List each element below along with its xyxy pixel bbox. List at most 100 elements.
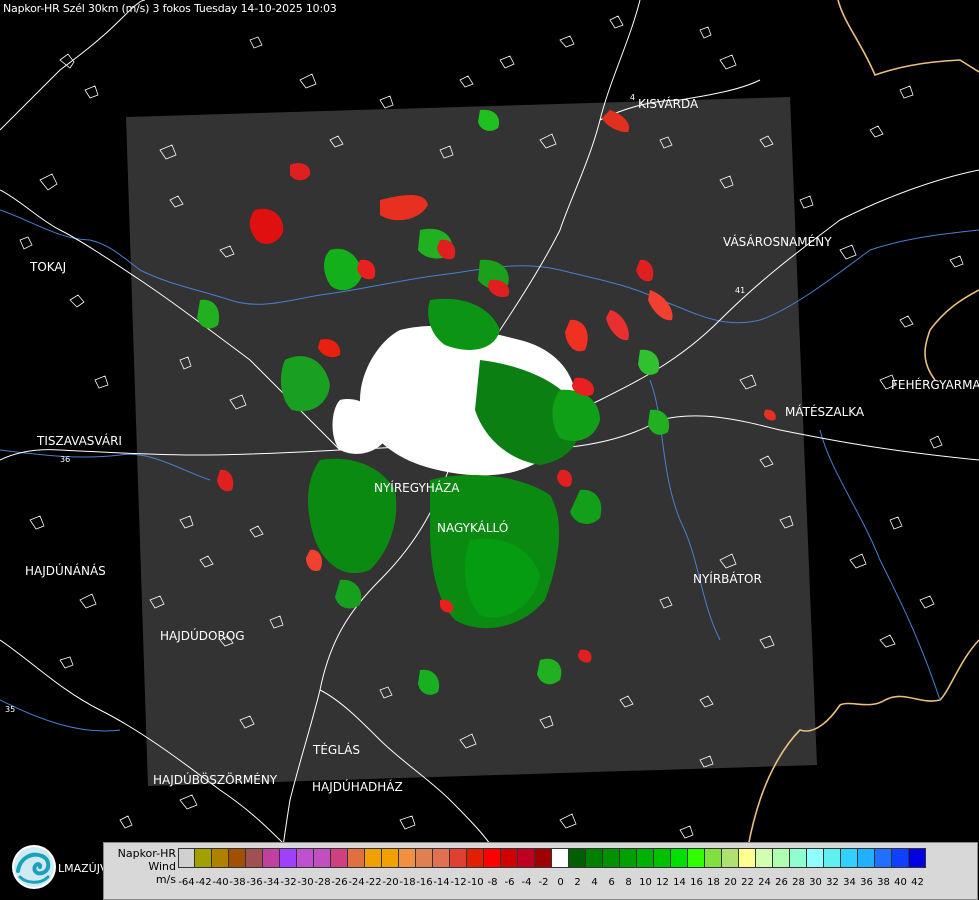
- legend-title-line: Napkor-HR: [117, 847, 176, 860]
- legend-tick-label: -4: [521, 877, 532, 888]
- legend-swatch: [807, 848, 824, 868]
- legend-swatch: [705, 848, 722, 868]
- legend-tick-label: 16: [690, 877, 703, 888]
- legend-swatch: [824, 848, 841, 868]
- road-number: 41: [735, 286, 745, 295]
- legend-tick-label: -26: [331, 877, 348, 888]
- legend-swatch: [399, 848, 416, 868]
- legend-tick-label: 18: [707, 877, 720, 888]
- legend-tick-label: -28: [314, 877, 331, 888]
- legend-tick-label: -40: [212, 877, 229, 888]
- legend-swatch: [603, 848, 620, 868]
- legend-tick-label: -42: [195, 877, 212, 888]
- city-label-nyiregyhaza: NYÍREGYHÁZA: [374, 481, 460, 495]
- city-label-vasarosnameny: VÁSÁROSNAMÉNY: [723, 235, 832, 249]
- road-number: 35: [5, 705, 15, 714]
- legend-tick-label: -24: [348, 877, 365, 888]
- legend-title-line: Wind: [148, 860, 176, 873]
- city-label-nyirbator: NYÍRBÁTOR: [693, 572, 762, 586]
- city-label-kisvarda: KISVÁRDA: [638, 97, 699, 111]
- legend-swatch: [195, 848, 212, 868]
- legend-swatch: [620, 848, 637, 868]
- legend-swatch: [416, 848, 433, 868]
- legend-tick-label: -34: [263, 877, 280, 888]
- color-legend: Napkor-HR Wind m/s -64 -42 -40 -38 -36 -34 -32…: [103, 842, 978, 900]
- legend-tick-label: 42: [911, 877, 924, 888]
- legend-tick-label: 30: [809, 877, 822, 888]
- legend-swatch: [280, 848, 297, 868]
- legend-swatch: [586, 848, 603, 868]
- legend-tick-label: 34: [843, 877, 856, 888]
- legend-ticks: -64 -42 -40 -38 -36 -34 -32 -30 -28 -26 -24 -22 -20-…: [178, 877, 926, 888]
- legend-tick-label: 22: [741, 877, 754, 888]
- legend-swatch: [229, 848, 246, 868]
- legend-tick-label: -18: [399, 877, 416, 888]
- legend-swatch: [467, 848, 484, 868]
- city-label-tiszavasvari: TISZAVASVÁRI: [37, 434, 122, 448]
- legend-swatch: [535, 848, 552, 868]
- legend-swatch: [450, 848, 467, 868]
- legend-tick-label: -2: [538, 877, 549, 888]
- legend-tick-label: -32: [280, 877, 297, 888]
- legend-swatch: [178, 848, 195, 868]
- legend-swatch: [484, 848, 501, 868]
- legend-tick-label: -10: [467, 877, 484, 888]
- legend-tick-label: 8: [625, 877, 632, 888]
- legend-swatch: [501, 848, 518, 868]
- legend-tick-label: 24: [758, 877, 771, 888]
- legend-tick-label: -22: [365, 877, 382, 888]
- legend-tick-label: -64: [178, 877, 195, 888]
- legend-swatch: [297, 848, 314, 868]
- legend-swatch: [569, 848, 586, 868]
- legend-tick-label: 0: [557, 877, 564, 888]
- legend-swatch: [314, 848, 331, 868]
- legend-swatch: [637, 848, 654, 868]
- legend-tick-label: 10: [639, 877, 652, 888]
- radar-map[interactable]: 4 41 36 35: [0, 0, 979, 900]
- city-label-fehergyarmat: FEHÉRGYARMAT: [891, 378, 979, 392]
- legend-tick-label: -12: [450, 877, 467, 888]
- legend-swatch: [518, 848, 535, 868]
- legend-swatch: [671, 848, 688, 868]
- legend-swatch: [688, 848, 705, 868]
- legend-tick-label: 12: [656, 877, 669, 888]
- legend-swatch: [433, 848, 450, 868]
- legend-tick-label: 40: [894, 877, 907, 888]
- legend-tick-label: -8: [487, 877, 498, 888]
- legend-swatch: [246, 848, 263, 868]
- legend-tick-label: 26: [775, 877, 788, 888]
- city-label-hajdunanas: HAJDÚNÁNÁS: [25, 564, 106, 578]
- legend-swatch: [858, 848, 875, 868]
- legend-tick-label: 36: [860, 877, 873, 888]
- napkor-logo-icon: [10, 843, 58, 891]
- legend-swatch: [722, 848, 739, 868]
- city-label-hajduhadhaz: HAJDÚHADHÁZ: [312, 780, 403, 794]
- city-label-hajdudorog: HAJDÚDOROG: [160, 629, 245, 643]
- legend-tick-label: 28: [792, 877, 805, 888]
- legend-title-line: m/s: [155, 873, 176, 886]
- legend-swatch: [212, 848, 229, 868]
- legend-tick-label: 32: [826, 877, 839, 888]
- road-number: 36: [60, 455, 70, 464]
- map-title: Napkor-HR Szél 30km (m/s) 3 fokos Tuesda…: [3, 2, 337, 15]
- legend-swatch: [331, 848, 348, 868]
- road-number: 4: [630, 93, 635, 102]
- city-label-tokaj: TOKAJ: [30, 260, 67, 274]
- legend-tick-label: 20: [724, 877, 737, 888]
- legend-tick-label: -38: [229, 877, 246, 888]
- legend-tick-label: -16: [416, 877, 433, 888]
- city-label-teglas: TÉGLÁS: [313, 743, 360, 757]
- city-label-mateszalka: MÁTÉSZALKA: [785, 405, 865, 419]
- legend-swatch: [552, 848, 569, 868]
- legend-swatch: [365, 848, 382, 868]
- legend-swatch: [841, 848, 858, 868]
- city-label-nagykallo: NAGYKÁLLÓ: [437, 521, 509, 535]
- legend-tick-label: 14: [673, 877, 686, 888]
- legend-swatch: [892, 848, 909, 868]
- legend-swatch: [739, 848, 756, 868]
- legend-swatches: [178, 848, 926, 868]
- legend-swatch: [773, 848, 790, 868]
- legend-tick-label: -14: [433, 877, 450, 888]
- legend-tick-label: 4: [591, 877, 598, 888]
- legend-swatch: [382, 848, 399, 868]
